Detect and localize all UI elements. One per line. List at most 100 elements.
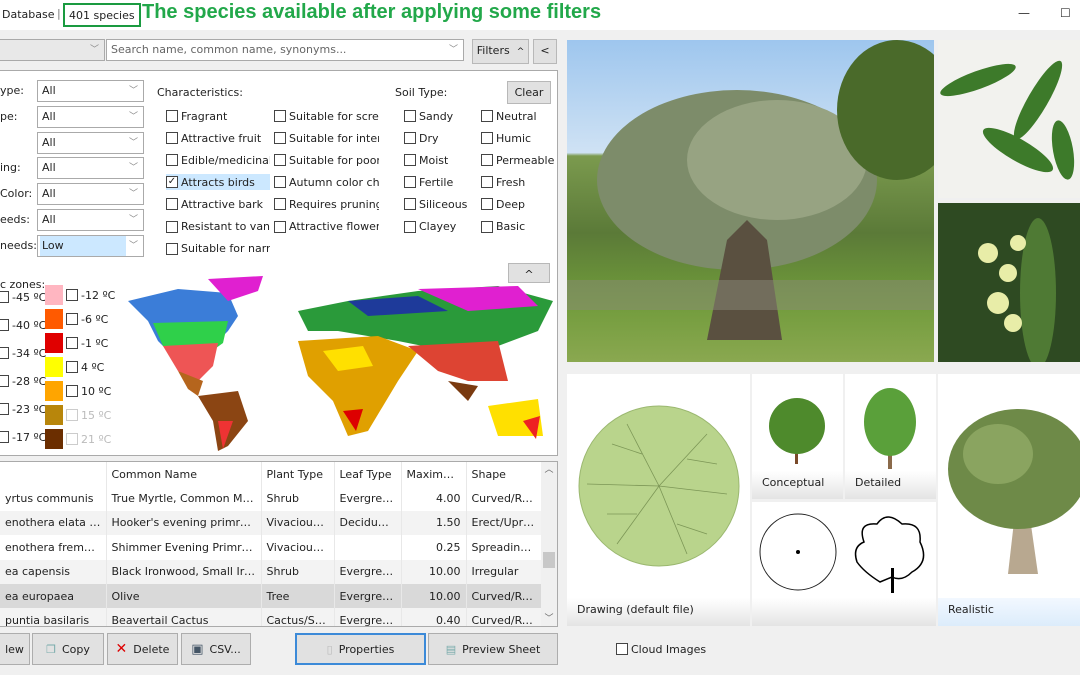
filter-dropdown[interactable]: Low ﹀ bbox=[37, 234, 144, 257]
checkbox-icon bbox=[0, 403, 9, 415]
characteristic-checkbox[interactable]: Resistant to vanda bbox=[166, 219, 270, 235]
realistic-tree-icon bbox=[948, 409, 1080, 574]
column-header[interactable] bbox=[0, 462, 107, 487]
filter-dropdown[interactable]: All ﹀ bbox=[37, 209, 144, 231]
characteristic-checkbox[interactable]: Attractive bark bbox=[166, 196, 270, 212]
table-row[interactable]: puntia basilaris Beavertail Cactus Cactus/… bbox=[0, 608, 543, 626]
flower-photo[interactable] bbox=[938, 203, 1080, 362]
characteristic-checkbox[interactable]: Edible/medicinal f bbox=[166, 152, 270, 168]
characteristic-checkbox[interactable]: Suitable for narrov bbox=[166, 241, 270, 257]
main-photo[interactable] bbox=[567, 40, 934, 362]
soil-checkbox[interactable]: Deep bbox=[481, 196, 525, 212]
column-header[interactable]: Common Name bbox=[106, 462, 262, 487]
search-input[interactable]: Search name, common name, synonyms... ﹀ bbox=[106, 39, 464, 61]
table-cell: Irregular bbox=[466, 559, 543, 584]
zone-checkbox[interactable]: -40 ºC bbox=[0, 317, 46, 333]
database-select[interactable]: ﹀ bbox=[0, 39, 105, 61]
column-header[interactable]: Maximum... bbox=[401, 462, 467, 487]
zone-checkbox[interactable]: -45 ºC bbox=[0, 289, 46, 305]
zone-checkbox[interactable]: 10 ºC bbox=[66, 383, 111, 399]
filter-dropdown[interactable]: All ﹀ bbox=[37, 105, 144, 128]
zone-checkbox[interactable]: 4 ºC bbox=[66, 359, 104, 375]
filter-dropdown[interactable]: All ﹀ bbox=[37, 157, 144, 180]
soil-checkbox[interactable]: Fresh bbox=[481, 174, 525, 190]
collapse-button[interactable]: < bbox=[533, 39, 557, 64]
conceptual-tree-icon bbox=[769, 398, 825, 464]
zone-checkbox[interactable]: -34 ºC bbox=[0, 345, 46, 361]
preview-sheet-button[interactable]: ▤ Preview Sheet bbox=[428, 633, 558, 665]
checkbox-icon bbox=[481, 220, 493, 233]
soil-checkbox[interactable]: Siliceous bbox=[404, 196, 467, 212]
soil-checkbox[interactable]: Permeable bbox=[481, 152, 554, 168]
table-row[interactable]: yrtus communis True Myrtle, Common Myrtl.… bbox=[0, 486, 543, 511]
characteristic-checkbox[interactable]: Suitable for interic bbox=[274, 130, 379, 146]
table-row[interactable]: ea europaea Olive Tree Evergreen 10.00 Curved… bbox=[0, 583, 543, 609]
table-row[interactable]: ea capensis Black Ironwood, Small Iron...… bbox=[0, 559, 543, 584]
zone-checkbox[interactable]: -23 ºC bbox=[0, 401, 46, 417]
symbol-image-tile[interactable] bbox=[752, 502, 936, 626]
soil-checkbox[interactable]: Clayey bbox=[404, 219, 456, 235]
table-cell: Shimmer Evening Primrose bbox=[106, 535, 262, 560]
characteristic-checkbox[interactable]: Requires pruning bbox=[274, 196, 379, 212]
soil-checkbox[interactable]: Basic bbox=[481, 219, 525, 235]
zone-checkbox[interactable]: -17 ºC bbox=[0, 429, 46, 445]
zone-checkbox[interactable]: 15 ºC bbox=[66, 407, 111, 423]
column-header[interactable]: Shape bbox=[466, 462, 543, 487]
zone-checkbox[interactable]: -6 ºC bbox=[66, 311, 108, 327]
chevron-down-icon: ﹀ bbox=[128, 86, 138, 96]
zone-checkbox[interactable]: -28 ºC bbox=[0, 373, 46, 389]
characteristic-checkbox[interactable]: Suitable for poor s bbox=[274, 152, 379, 168]
zone-checkbox[interactable]: -12 ºC bbox=[66, 287, 115, 303]
filter-dropdown[interactable]: All ﹀ bbox=[37, 131, 144, 154]
checkbox-icon bbox=[274, 110, 286, 122]
checkbox-icon bbox=[66, 385, 78, 397]
characteristic-checkbox[interactable]: Autumn color char bbox=[274, 174, 379, 190]
leaf-photo[interactable] bbox=[938, 40, 1080, 198]
detailed-image-tile[interactable]: Detailed bbox=[845, 374, 936, 499]
soil-checkbox[interactable]: Dry bbox=[404, 130, 439, 146]
app-title: Database bbox=[2, 8, 55, 21]
characteristic-checkbox[interactable]: ✓ Attracts birds bbox=[166, 174, 270, 191]
drawing-image-tile[interactable]: Drawing (default file) bbox=[567, 374, 750, 626]
checkbox-icon bbox=[0, 291, 9, 303]
properties-button[interactable]: ▯ Properties bbox=[295, 633, 426, 665]
delete-button[interactable]: ✕ Delete bbox=[107, 633, 178, 665]
csv-button[interactable]: ▣ CSV... bbox=[181, 633, 251, 665]
characteristic-checkbox[interactable]: Attractive flower bbox=[274, 219, 379, 235]
soil-checkbox[interactable]: Fertile bbox=[404, 174, 453, 190]
column-header[interactable]: Leaf Type bbox=[334, 462, 402, 487]
clear-button[interactable]: Clear bbox=[507, 81, 551, 104]
minimize-button[interactable]: — bbox=[1018, 6, 1030, 20]
table-row[interactable]: enothera elata ssp. h...Hooker's evening… bbox=[0, 510, 543, 536]
scroll-thumb[interactable] bbox=[543, 552, 555, 568]
filter-dropdown[interactable]: All ﹀ bbox=[37, 80, 144, 102]
maximize-button[interactable]: ☐ bbox=[1060, 6, 1071, 20]
scroll-up-icon[interactable]: ︿ bbox=[541, 462, 557, 475]
conceptual-image-tile[interactable]: Conceptual bbox=[752, 374, 843, 499]
filter-dropdown[interactable]: All ﹀ bbox=[37, 183, 144, 206]
column-header[interactable]: Plant Type bbox=[261, 462, 335, 487]
characteristic-checkbox[interactable]: Fragrant bbox=[166, 108, 270, 124]
characteristic-checkbox[interactable]: Suitable for screen bbox=[274, 108, 379, 124]
zone-checkbox[interactable]: -1 ºC bbox=[66, 335, 108, 351]
zone-checkbox[interactable]: 21 ºC bbox=[66, 431, 111, 447]
table-cell: Deciduous bbox=[334, 510, 402, 536]
soil-checkbox[interactable]: Humic bbox=[481, 130, 531, 146]
soil-checkbox[interactable]: Sandy bbox=[404, 108, 453, 124]
realistic-image-tile[interactable]: Realistic bbox=[938, 374, 1080, 626]
cloud-images-checkbox[interactable]: Cloud Images bbox=[616, 641, 706, 657]
scroll-down-icon[interactable]: ﹀ bbox=[541, 611, 557, 624]
save-icon: ▣ bbox=[191, 641, 204, 657]
table-row[interactable]: enothera fremontii '...Shimmer Evening P… bbox=[0, 535, 543, 560]
soil-checkbox[interactable]: Moist bbox=[404, 152, 448, 168]
table-cell: Hooker's evening primrose bbox=[106, 510, 262, 536]
new-button[interactable]: lew bbox=[0, 633, 30, 665]
detailed-tree-icon bbox=[864, 388, 916, 469]
table-scrollbar[interactable]: ︿ ﹀ bbox=[541, 462, 557, 626]
copy-button[interactable]: ❐ Copy bbox=[32, 633, 104, 665]
table-cell: yrtus communis bbox=[0, 486, 107, 511]
soil-checkbox[interactable]: Neutral bbox=[481, 108, 537, 124]
checkbox-icon bbox=[0, 375, 9, 387]
characteristic-checkbox[interactable]: Attractive fruit bbox=[166, 130, 270, 146]
filters-button[interactable]: Filters ^ bbox=[472, 39, 529, 64]
